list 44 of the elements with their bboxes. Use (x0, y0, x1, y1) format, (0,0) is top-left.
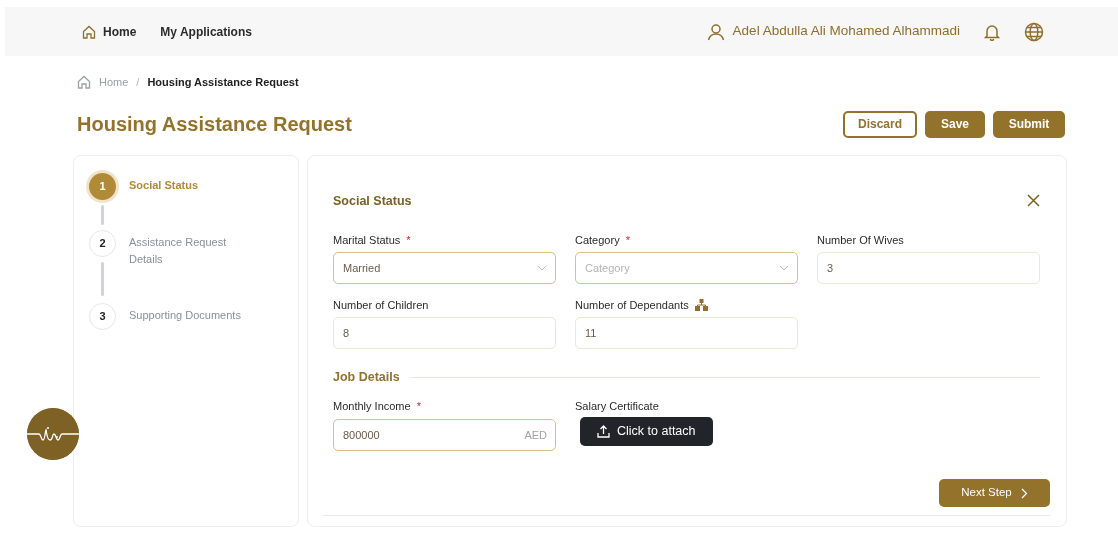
close-button[interactable] (1027, 194, 1040, 208)
field-label: Salary Certificate (575, 399, 659, 415)
required-asterisk: * (625, 232, 630, 248)
page-title: Housing Assistance Request (77, 112, 352, 136)
select-field[interactable]: Married (333, 252, 556, 285)
field-label: Category (575, 232, 620, 248)
upload-icon (597, 425, 610, 438)
input-field[interactable]: 11 (575, 317, 798, 350)
nav-link-text[interactable]: My Applications (160, 22, 252, 41)
bell-icon[interactable] (984, 22, 1000, 41)
field-label: Marital Status (333, 232, 401, 248)
action-button[interactable]: Submit (993, 110, 1065, 138)
currency-suffix: AED (524, 427, 547, 443)
attach-button[interactable]: Click to attach (580, 417, 713, 446)
chevron-right-icon (1020, 487, 1028, 499)
chevron-down-icon (779, 265, 789, 272)
next-step-button[interactable]: Next Step (939, 479, 1050, 507)
form-title: Social Status (333, 192, 412, 210)
input-field[interactable]: 3 (817, 252, 1040, 285)
home-icon (82, 24, 96, 39)
required-asterisk: * (416, 399, 421, 415)
section-title: Job Details (333, 369, 400, 387)
breadcrumb-separator: / (136, 75, 140, 90)
action-button[interactable]: Discard (843, 110, 917, 138)
step-number[interactable]: 3 (89, 302, 116, 330)
input-field[interactable]: 8 (333, 317, 556, 350)
user-icon (706, 22, 725, 41)
select-field[interactable]: Category (575, 252, 798, 285)
step-number[interactable]: 2 (89, 229, 116, 257)
step-label[interactable]: Assistance Request Details (129, 229, 249, 268)
action-button[interactable]: Save (925, 110, 985, 138)
field-label: Monthly Income (333, 399, 411, 415)
nav-link-text[interactable]: Home (103, 22, 137, 41)
step-label[interactable]: Supporting Documents (129, 302, 249, 324)
field-label: Number of Children (333, 297, 429, 313)
chevron-down-icon (537, 265, 547, 272)
globe-icon[interactable] (1024, 21, 1044, 42)
logo-icon[interactable] (27, 408, 79, 460)
field-label: Number of Dependants (575, 297, 689, 313)
hierarchy-icon[interactable] (694, 298, 708, 311)
required-asterisk: * (406, 232, 411, 248)
field-label: Number Of Wives (817, 232, 904, 248)
user-name[interactable]: Adel Abdulla Ali Mohamed Alhammadi (732, 21, 960, 42)
home-icon (77, 75, 91, 90)
